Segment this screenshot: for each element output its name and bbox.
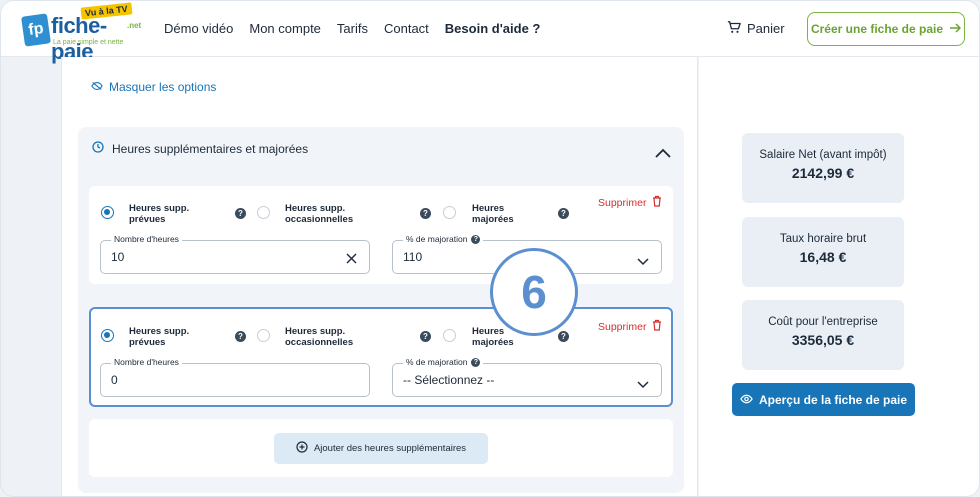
logo[interactable]: fp fiche-paie Vu à la TV .net La paie si… bbox=[21, 2, 143, 64]
arrow-right-icon bbox=[949, 22, 962, 36]
option-majorees-label: Heures majorées bbox=[472, 326, 514, 348]
help-icon[interactable]: ? bbox=[558, 331, 569, 342]
summary-label: Coût pour l'entreprise bbox=[768, 316, 878, 328]
summary-hourly-rate: Taux horaire brut 16,48 € bbox=[742, 217, 904, 287]
add-overtime-button[interactable]: Ajouter des heures supplémentaires bbox=[274, 433, 488, 464]
logo-tagline: La paie simple et nette bbox=[53, 39, 124, 46]
help-icon[interactable]: ? bbox=[420, 208, 431, 219]
clock-icon bbox=[92, 141, 104, 156]
summary-value: 3356,05 € bbox=[791, 332, 855, 348]
hours-field-value[interactable]: 10 bbox=[111, 250, 124, 264]
step-number-badge: 6 bbox=[490, 248, 578, 336]
summary-value: 16,48 € bbox=[799, 249, 847, 265]
plus-circle-icon bbox=[296, 441, 308, 456]
delete-row-button[interactable]: Supprimer bbox=[598, 319, 662, 334]
preview-payslip-label: Aperçu de la fiche de paie bbox=[758, 392, 908, 407]
hide-options-link[interactable]: Masquer les options bbox=[91, 80, 216, 94]
radio-majorees[interactable] bbox=[443, 329, 456, 342]
summary-label: Salaire Net (avant impôt) bbox=[759, 149, 887, 161]
trash-icon bbox=[652, 319, 662, 334]
help-icon[interactable]: ? bbox=[420, 331, 431, 342]
main-nav: Démo vidéo Mon compte Tarifs Contact Bes… bbox=[164, 21, 540, 36]
nav-demo-video[interactable]: Démo vidéo bbox=[164, 21, 233, 36]
nav-contact[interactable]: Contact bbox=[384, 21, 429, 36]
cart-label: Panier bbox=[747, 21, 785, 36]
rate-select-label: % de majoration? bbox=[403, 357, 484, 367]
delete-label: Supprimer bbox=[598, 320, 647, 333]
option-prevues-label: Heures supp. prévues bbox=[129, 203, 190, 225]
rate-select-value: -- Sélectionnez -- bbox=[403, 373, 495, 387]
rate-select[interactable]: % de majoration? -- Sélectionnez -- bbox=[392, 357, 662, 397]
radio-occasionnelles[interactable] bbox=[257, 206, 270, 219]
option-occasionnelles-label: Heures supp. occasionnelles bbox=[285, 203, 354, 225]
preview-payslip-button[interactable]: Aperçu de la fiche de paie bbox=[732, 383, 915, 416]
overtime-section-header[interactable]: Heures supplémentaires et majorées bbox=[92, 141, 308, 156]
radio-majorees[interactable] bbox=[443, 206, 456, 219]
create-payslip-label: Créer une fiche de paie bbox=[810, 22, 944, 36]
option-prevues-label: Heures supp. prévues bbox=[129, 326, 190, 348]
radio-occasionnelles[interactable] bbox=[257, 329, 270, 342]
summary-net-salary: Salaire Net (avant impôt) 2142,99 € bbox=[742, 133, 904, 203]
clear-icon[interactable] bbox=[346, 251, 357, 269]
cart-icon bbox=[727, 20, 741, 37]
logo-fp-icon: fp bbox=[21, 13, 51, 47]
hours-field[interactable]: Nombre d'heures 10 bbox=[100, 234, 370, 274]
overtime-section-title: Heures supplémentaires et majorées bbox=[112, 141, 309, 156]
radio-prevues[interactable] bbox=[101, 206, 114, 219]
add-overtime-label: Ajouter des heures supplémentaires bbox=[313, 443, 467, 454]
help-icon[interactable]: ? bbox=[471, 234, 481, 244]
radio-prevues[interactable] bbox=[101, 329, 114, 342]
top-header: fp fiche-paie Vu à la TV .net La paie si… bbox=[1, 1, 979, 64]
rate-select-value: 110 bbox=[403, 250, 423, 264]
logo-net: .net bbox=[127, 21, 142, 30]
option-occasionnelles-label: Heures supp. occasionnelles bbox=[285, 326, 354, 348]
hours-field[interactable]: Nombre d'heures 0 bbox=[100, 357, 370, 397]
nav-tarifs[interactable]: Tarifs bbox=[337, 21, 368, 36]
create-payslip-button[interactable]: Créer une fiche de paie bbox=[807, 12, 965, 46]
summary-label: Taux horaire brut bbox=[779, 233, 867, 245]
chevron-down-icon bbox=[637, 376, 649, 394]
rate-select-label: % de majoration? bbox=[403, 234, 484, 244]
help-icon[interactable]: ? bbox=[558, 208, 569, 219]
help-icon[interactable]: ? bbox=[471, 357, 481, 367]
cart-link[interactable]: Panier bbox=[727, 20, 785, 37]
help-icon[interactable]: ? bbox=[235, 208, 246, 219]
hours-field-label: Nombre d'heures bbox=[111, 234, 182, 244]
option-majorees-label: Heures majorées bbox=[472, 203, 514, 225]
hide-options-label: Masquer les options bbox=[109, 80, 217, 94]
eye-icon bbox=[740, 393, 753, 407]
nav-besoin-aide[interactable]: Besoin d'aide ? bbox=[445, 21, 541, 36]
help-icon[interactable]: ? bbox=[235, 331, 246, 342]
delete-label: Supprimer bbox=[598, 196, 647, 209]
delete-row-button[interactable]: Supprimer bbox=[598, 195, 662, 210]
chevron-down-icon bbox=[637, 253, 649, 271]
nav-mon-compte[interactable]: Mon compte bbox=[249, 21, 321, 36]
overtime-row-2: Heures supp. prévues ? Heures supp. occasi… bbox=[89, 307, 673, 407]
app-frame: fp fiche-paie Vu à la TV .net La paie si… bbox=[0, 0, 980, 497]
hours-field-value[interactable]: 0 bbox=[111, 373, 118, 387]
summary-value: 2142,99 € bbox=[791, 165, 855, 181]
summary-employer-cost: Coût pour l'entreprise 3356,05 € bbox=[742, 300, 904, 370]
hours-field-label: Nombre d'heures bbox=[111, 357, 182, 367]
eye-off-icon bbox=[91, 80, 103, 94]
trash-icon bbox=[652, 195, 662, 210]
chevron-up-icon[interactable] bbox=[655, 145, 671, 163]
overtime-row-1: Heures supp. prévues ? Heures supp. occasi… bbox=[89, 186, 673, 284]
